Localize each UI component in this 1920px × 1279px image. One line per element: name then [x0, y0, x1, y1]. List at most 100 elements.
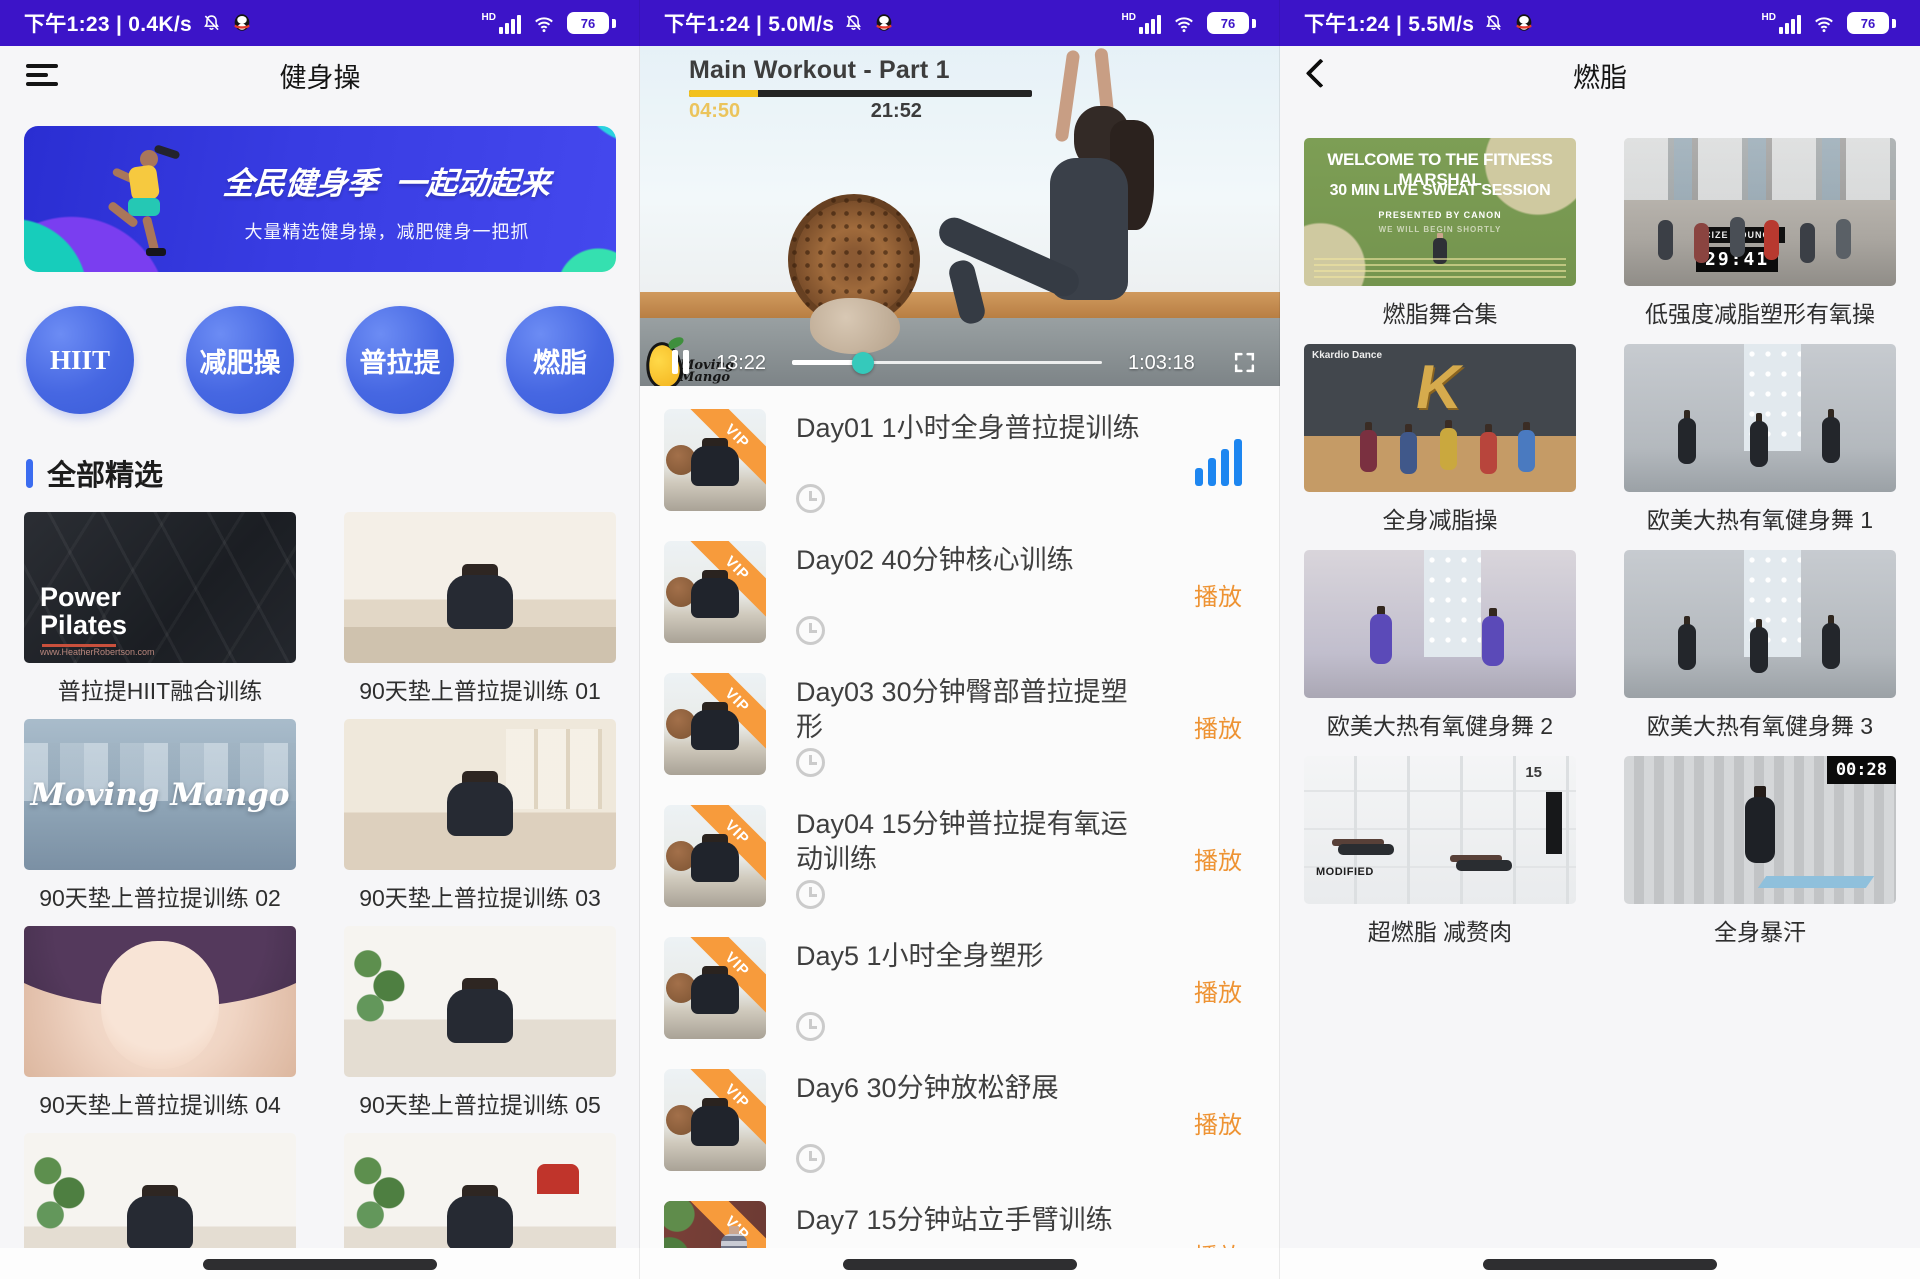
- workout-elapsed: 04:50: [689, 100, 740, 123]
- video-card[interactable]: Kkardio Dance K 全身减脂操: [1304, 344, 1576, 535]
- video-card[interactable]: 欧美大热有氧健身舞 2: [1304, 550, 1576, 741]
- wifi-icon: [532, 13, 556, 33]
- banner-text: 全民健身季 一起动起来 大量精选健身操，减肥健身一把抓: [174, 158, 600, 244]
- qq-app-icon: [231, 12, 253, 34]
- video-card[interactable]: 90天垫上普拉提训练 01: [344, 512, 616, 706]
- video-player[interactable]: Main Workout - Part 1 04:50 21:52 Moving…: [640, 46, 1280, 386]
- workout-progress-fill: [689, 90, 758, 97]
- episode-row[interactable]: VIP Day5 1小时全身塑形 播放: [640, 924, 1280, 1056]
- vip-label: VIP: [681, 541, 766, 624]
- pause-icon[interactable]: [672, 350, 689, 374]
- video-thumbnail: 00:28: [1624, 756, 1896, 904]
- video-card[interactable]: Power Pilates www.HeatherRobertson.com 普…: [24, 512, 296, 706]
- thumb-text-1: Kkardio Dance: [1312, 350, 1382, 361]
- video-card[interactable]: CIZE BOUNCE 29:41 低强度减脂塑形有氧操: [1624, 138, 1896, 329]
- player-gesture-pill[interactable]: [843, 1259, 1077, 1270]
- clock-icon: [796, 880, 825, 909]
- thumb-timer: 00:28: [1827, 756, 1896, 784]
- seek-knob[interactable]: [852, 352, 874, 374]
- promo-banner[interactable]: 全民健身季 一起动起来 大量精选健身操，减肥健身一把抓: [24, 126, 616, 272]
- page-title: 燃脂: [1573, 56, 1627, 95]
- video-caption: 超燃脂 减赘肉: [1304, 913, 1576, 947]
- episode-title: Day5 1小时全身塑形: [796, 939, 1146, 974]
- episode-action: 播放: [1146, 709, 1256, 744]
- play-button[interactable]: 播放: [1194, 973, 1242, 1008]
- video-card[interactable]: 00:28 全身暴汗: [1624, 756, 1896, 947]
- video-caption: 欧美大热有氧健身舞 3: [1624, 707, 1896, 741]
- mute-icon: [843, 13, 864, 34]
- thumb-timer: 29:41: [1696, 247, 1778, 272]
- video-caption: 90天垫上普拉提训练 03: [344, 879, 616, 913]
- vip-ribbon: VIP: [680, 673, 766, 759]
- episode-title: Day01 1小时全身普拉提训练: [796, 411, 1146, 446]
- video-card[interactable]: 90天垫上普拉提训练 03: [344, 719, 616, 913]
- video-thumbnail: WELCOME TO THE FITNESS MARSHAL 30 MIN LI…: [1304, 138, 1576, 286]
- home-gesture-pill[interactable]: [203, 1259, 437, 1270]
- episode-row[interactable]: VIP Day04 15分钟普拉提有氧运动训练 播放: [640, 792, 1280, 924]
- seek-slider[interactable]: [792, 361, 1102, 364]
- episode-thumbnail: VIP: [664, 937, 766, 1039]
- menu-icon[interactable]: [26, 64, 58, 86]
- category-button[interactable]: 燃脂: [506, 306, 614, 414]
- play-button[interactable]: 播放: [1194, 841, 1242, 876]
- video-caption: 低强度减脂塑形有氧操: [1624, 295, 1896, 329]
- fullscreen-icon[interactable]: [1232, 350, 1257, 375]
- episode-list: VIP Day01 1小时全身普拉提训练 VIP: [640, 386, 1280, 1279]
- play-button[interactable]: 播放: [1194, 709, 1242, 744]
- burn-gesture-pill[interactable]: [1483, 1259, 1717, 1270]
- section-header: 全部精选: [26, 452, 640, 494]
- episode-thumbnail: VIP: [664, 805, 766, 907]
- video-card[interactable]: Moving Mango 90天垫上普拉提训练 02: [24, 719, 296, 913]
- workout-overlay: Main Workout - Part 1 04:50 21:52: [689, 56, 1032, 124]
- current-time: 13:22: [716, 352, 766, 375]
- play-button[interactable]: 播放: [1194, 577, 1242, 612]
- episode-row[interactable]: VIP Day02 40分钟核心训练 播放: [640, 528, 1280, 660]
- video-card[interactable]: 90天垫上普拉提训练 05: [344, 926, 616, 1120]
- episode-thumbnail: VIP: [664, 1069, 766, 1171]
- status-time: 下午1:24 | 5.5M/s: [1304, 8, 1474, 38]
- clock-icon: [796, 484, 825, 513]
- status-right-icons: HD 76: [1762, 12, 1896, 34]
- video-caption: 90天垫上普拉提训练 01: [344, 672, 616, 706]
- episode-row[interactable]: VIP Day01 1小时全身普拉提训练: [640, 396, 1280, 528]
- vip-ribbon: VIP: [680, 541, 766, 627]
- video-card[interactable]: WELCOME TO THE FITNESS MARSHAL 30 MIN LI…: [1304, 138, 1576, 329]
- video-caption: 燃脂舞合集: [1304, 295, 1576, 329]
- video-thumbnail: [344, 512, 616, 663]
- video-card[interactable]: 欧美大热有氧健身舞 3: [1624, 550, 1896, 741]
- cell-signal-icon: HD: [1762, 12, 1801, 34]
- episode-info: Day6 30分钟放松舒展: [796, 1069, 1146, 1175]
- wifi-icon: [1812, 13, 1836, 33]
- battery-percent: 76: [1221, 16, 1235, 31]
- cell-signal-icon: HD: [1122, 12, 1161, 34]
- episode-row[interactable]: VIP Day6 30分钟放松舒展 播放: [640, 1056, 1280, 1188]
- vip-ribbon: VIP: [680, 1069, 766, 1155]
- category-button[interactable]: HIIT: [26, 306, 134, 414]
- status-time: 下午1:23 | 0.4K/s: [24, 8, 192, 38]
- clock-icon: [796, 1144, 825, 1173]
- video-thumbnail: [1304, 550, 1576, 698]
- episode-row[interactable]: VIP Day03 30分钟臀部普拉提塑形 播放: [640, 660, 1280, 792]
- triple-screenshot-stage: 下午1:23 | 0.4K/s HD 76 健身操 全民健身季 一起动起来 大量…: [0, 0, 1920, 1279]
- category-row: HIIT 减肥操 普拉提 燃脂: [0, 306, 640, 414]
- qq-app-icon: [1513, 12, 1535, 34]
- featured-video-grid: Power Pilates www.HeatherRobertson.com 普…: [0, 512, 640, 1279]
- video-card[interactable]: 欧美大热有氧健身舞 1: [1624, 344, 1896, 535]
- battery-percent: 76: [581, 16, 595, 31]
- video-thumbnail: [344, 719, 616, 870]
- video-card[interactable]: 90天垫上普拉提训练 04: [24, 926, 296, 1120]
- video-caption: 90天垫上普拉提训练 05: [344, 1086, 616, 1120]
- vip-label: VIP: [681, 673, 766, 756]
- hd-label: HD: [1762, 12, 1776, 23]
- category-button[interactable]: 减肥操: [186, 306, 294, 414]
- video-caption: 欧美大热有氧健身舞 1: [1624, 501, 1896, 535]
- category-button[interactable]: 普拉提: [346, 306, 454, 414]
- screen-player: 下午1:24 | 5.0M/s HD 76 Main Workout - Par…: [640, 0, 1280, 1279]
- vip-ribbon: VIP: [680, 805, 766, 891]
- back-icon[interactable]: [1306, 58, 1336, 88]
- episode-thumbnail: VIP: [664, 409, 766, 511]
- workout-progress-bar: [689, 90, 1032, 97]
- clock-icon: [796, 748, 825, 777]
- play-button[interactable]: 播放: [1194, 1105, 1242, 1140]
- video-card[interactable]: MODIFIED 15 超燃脂 减赘肉: [1304, 756, 1576, 947]
